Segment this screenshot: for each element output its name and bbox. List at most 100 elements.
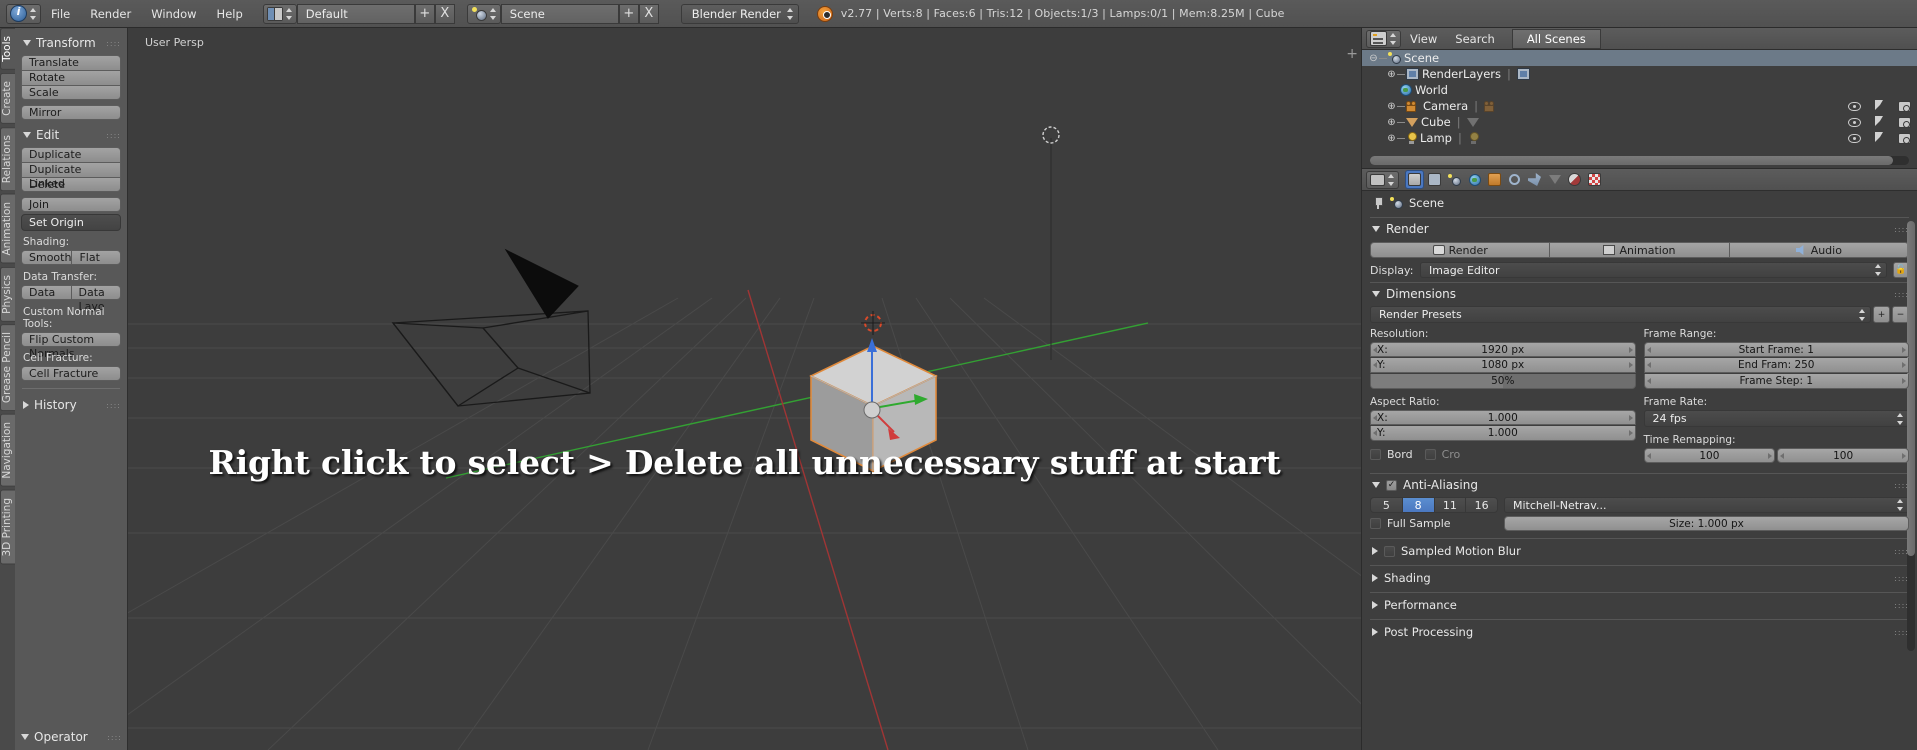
outliner-horizontal-scrollbar[interactable]: [1370, 156, 1909, 165]
editor-type-selector[interactable]: [1366, 29, 1401, 48]
outliner-menu-view[interactable]: View: [1401, 30, 1446, 48]
restrict-render-icon[interactable]: [1898, 100, 1911, 113]
arrow-left-icon[interactable]: [1780, 452, 1785, 459]
tab-constraints-properties[interactable]: [1506, 171, 1523, 188]
expand-icon[interactable]: ⊕: [1386, 117, 1397, 128]
outliner-row-camera[interactable]: ⊕ Camera |: [1362, 98, 1917, 114]
scale-button[interactable]: Scale: [21, 85, 121, 100]
samples-8-button[interactable]: 8: [1401, 497, 1434, 513]
operator-panel[interactable]: Operator ::::: [15, 724, 128, 750]
tab-render-properties[interactable]: [1406, 171, 1423, 188]
arrow-right-icon[interactable]: [1902, 452, 1906, 459]
antialiasing-section-header[interactable]: Anti-Aliasing ::::: [1368, 474, 1911, 497]
samples-16-button[interactable]: 16: [1465, 497, 1498, 513]
join-button[interactable]: Join: [21, 197, 121, 212]
expand-icon[interactable]: ⊕: [1386, 133, 1397, 144]
tab-object-properties[interactable]: [1486, 171, 1503, 188]
arrow-right-icon[interactable]: [1902, 362, 1906, 368]
tab-3d-printing[interactable]: 3D Printing: [0, 490, 15, 565]
arrow-left-icon[interactable]: [1646, 346, 1651, 353]
post-processing-section-header[interactable]: Post Processing ::::: [1368, 620, 1911, 644]
operator-panel-header[interactable]: Operator ::::: [21, 730, 122, 744]
restrict-view-icon[interactable]: [1848, 132, 1861, 145]
smooth-button[interactable]: Smooth: [21, 250, 72, 265]
tab-scene-properties[interactable]: [1446, 171, 1463, 188]
tab-world-properties[interactable]: [1466, 171, 1483, 188]
outliner-row-lamp[interactable]: ⊕ Lamp |: [1362, 130, 1917, 146]
arrow-right-icon[interactable]: [1902, 346, 1906, 353]
tab-material-properties[interactable]: [1566, 171, 1583, 188]
restrict-select-icon[interactable]: [1873, 100, 1886, 113]
tab-render-layers-properties[interactable]: [1426, 171, 1443, 188]
scene-name-field[interactable]: Scene: [500, 3, 619, 24]
transform-panel-header[interactable]: Transform ::::: [21, 34, 121, 55]
duplicate-button[interactable]: Duplicate: [21, 147, 121, 162]
tab-texture-properties[interactable]: [1586, 171, 1603, 188]
expand-icon[interactable]: ⊕: [1386, 69, 1397, 80]
restrict-view-icon[interactable]: [1848, 116, 1861, 129]
flip-custom-normals-button[interactable]: Flip Custom Normals: [21, 332, 121, 360]
tab-navigation[interactable]: Navigation: [0, 414, 15, 488]
arrow-right-icon[interactable]: [1628, 362, 1633, 368]
set-origin-button[interactable]: Set Origin: [21, 214, 121, 231]
menu-render[interactable]: Render: [80, 4, 141, 24]
tab-data-properties[interactable]: [1546, 171, 1563, 188]
delete-button[interactable]: Delete: [21, 177, 121, 192]
time-remap-new-field[interactable]: 100: [1777, 448, 1909, 463]
tab-tools[interactable]: Tools: [0, 28, 15, 70]
arrow-right-icon[interactable]: [1628, 430, 1633, 436]
antialiasing-size-field[interactable]: Size: 1.000 px: [1504, 516, 1909, 531]
blender-menu-button[interactable]: [6, 3, 41, 24]
samples-11-button[interactable]: 11: [1433, 497, 1466, 513]
tab-modifiers-properties[interactable]: [1526, 171, 1543, 188]
render-audio-button[interactable]: Audio: [1728, 242, 1909, 258]
render-engine-selector[interactable]: Blender Render: [680, 3, 799, 24]
outliner-row-cube[interactable]: ⊕ Cube |: [1362, 114, 1917, 130]
delete-scene-button[interactable]: X: [638, 3, 659, 24]
restrict-render-icon[interactable]: [1898, 132, 1911, 145]
performance-section-header[interactable]: Performance ::::: [1368, 593, 1911, 617]
time-remap-old-field[interactable]: 100: [1643, 448, 1776, 463]
samples-5-button[interactable]: 5: [1370, 497, 1402, 513]
render-image-button[interactable]: Render: [1370, 242, 1550, 258]
pin-icon[interactable]: [1372, 197, 1384, 209]
delete-layout-button[interactable]: X: [434, 3, 455, 24]
rotate-button[interactable]: Rotate: [21, 70, 121, 85]
add-preset-button[interactable]: +: [1873, 306, 1890, 323]
scene-selector[interactable]: [466, 3, 501, 24]
viewport-toolshelf-toggle[interactable]: +: [1346, 46, 1358, 62]
menu-help[interactable]: Help: [207, 4, 253, 24]
full-sample-checkbox[interactable]: [1370, 518, 1381, 529]
outliner-menu-search[interactable]: Search: [1446, 30, 1504, 48]
sampled-motion-blur-checkbox[interactable]: [1384, 545, 1395, 557]
lamp-data-icon[interactable]: [1468, 132, 1479, 144]
outliner-row-renderlayers[interactable]: ⊕ RenderLayers |: [1362, 66, 1917, 82]
outliner-row-scene[interactable]: ⊖ Scene: [1362, 50, 1917, 66]
outliner-display-mode[interactable]: All Scenes: [1511, 28, 1601, 49]
render-section-header[interactable]: Render ::::: [1368, 218, 1911, 241]
arrow-right-icon[interactable]: [1628, 346, 1633, 353]
arrow-left-icon[interactable]: [1646, 362, 1651, 368]
collapse-icon[interactable]: ⊖: [1368, 53, 1379, 64]
antialiasing-filter-selector[interactable]: Mitchell-Netrav...: [1504, 497, 1909, 513]
flat-button[interactable]: Flat: [71, 250, 121, 265]
restrict-select-icon[interactable]: [1873, 116, 1886, 129]
tab-relations[interactable]: Relations: [0, 126, 15, 191]
resolution-y-field[interactable]: Y: 1080 px: [1370, 358, 1636, 373]
editor-type-selector[interactable]: [1366, 170, 1399, 189]
arrow-right-icon[interactable]: [1902, 378, 1906, 384]
cell-fracture-button[interactable]: Cell Fracture: [21, 366, 121, 381]
tab-animation[interactable]: Animation: [0, 194, 15, 264]
display-mode-selector[interactable]: Image Editor: [1420, 262, 1887, 278]
tab-physics[interactable]: Physics: [0, 266, 15, 322]
screen-layout-name[interactable]: Default: [296, 3, 415, 24]
render-animation-button[interactable]: Animation: [1549, 242, 1729, 258]
aspect-x-field[interactable]: X: 1.000: [1370, 410, 1636, 425]
arrow-left-icon[interactable]: [1646, 378, 1651, 384]
frame-rate-selector[interactable]: 24 fps: [1643, 410, 1909, 427]
data-layout-button[interactable]: Data Layo: [70, 285, 121, 313]
restrict-view-icon[interactable]: [1848, 100, 1861, 113]
history-panel-header[interactable]: History ::::: [21, 396, 121, 417]
add-layout-button[interactable]: +: [414, 3, 435, 24]
antialiasing-checkbox[interactable]: [1386, 479, 1397, 491]
